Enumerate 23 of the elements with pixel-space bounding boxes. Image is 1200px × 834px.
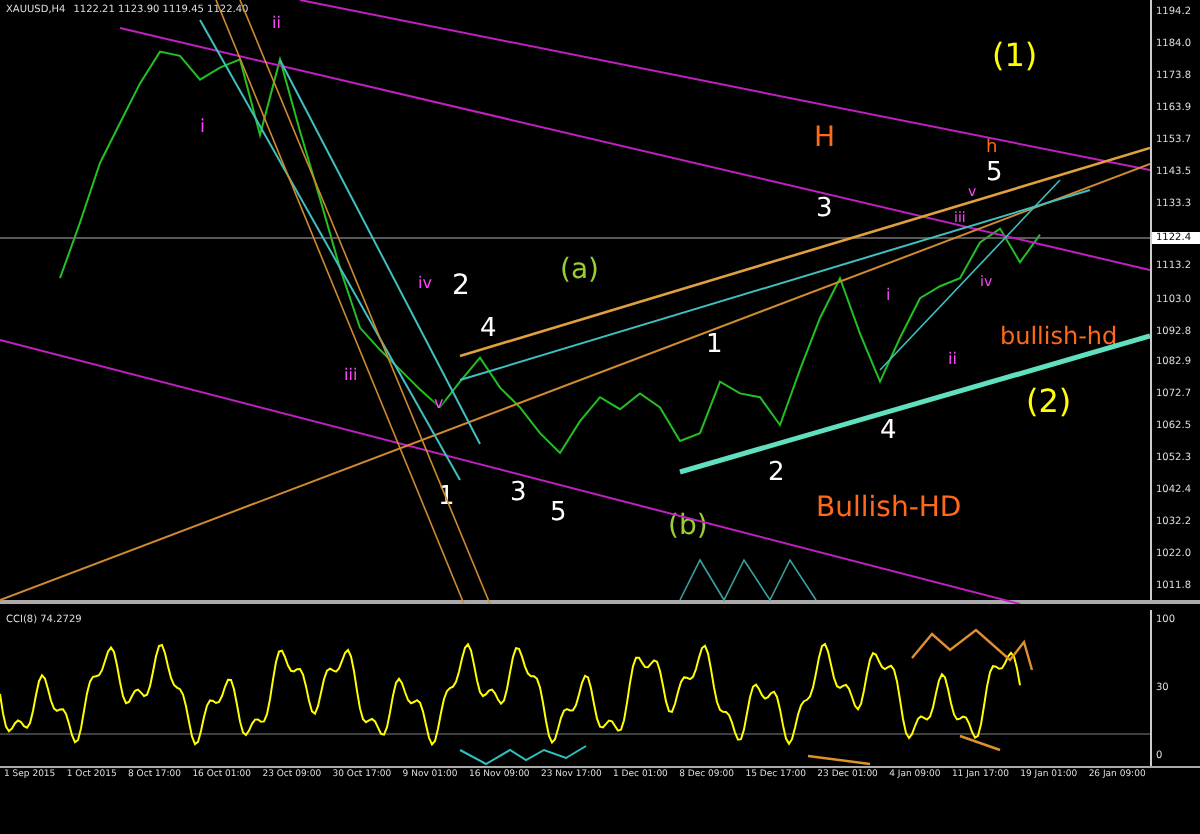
wave-label: 3 xyxy=(816,196,833,222)
wave-label: ii xyxy=(948,352,957,368)
wave-label: 3 xyxy=(510,480,527,506)
wave-label: (a) xyxy=(560,256,600,284)
wave-label: h xyxy=(986,140,998,158)
wave-label: ii xyxy=(272,16,281,32)
wave-label: i xyxy=(200,120,206,138)
wave-label: (b) xyxy=(668,512,708,540)
wave-label: 4 xyxy=(880,418,897,444)
wave-label: 2 xyxy=(768,460,785,486)
wave-label: 4 xyxy=(480,316,497,342)
wave-label: 2 xyxy=(452,272,470,300)
wave-label: (2) xyxy=(1026,386,1072,418)
wave-label: 1 xyxy=(706,332,723,358)
wave-label: bullish-hd xyxy=(1000,324,1118,348)
wave-label: 5 xyxy=(986,160,1003,186)
wave-label: H xyxy=(814,124,836,152)
wave-label: i xyxy=(886,288,891,304)
wave-label: (1) xyxy=(992,40,1038,72)
wave-label: 5 xyxy=(550,500,567,526)
wave-label: Bullish-HD xyxy=(816,494,962,522)
wave-label: iv xyxy=(418,276,432,292)
wave-label: iii xyxy=(344,368,358,384)
